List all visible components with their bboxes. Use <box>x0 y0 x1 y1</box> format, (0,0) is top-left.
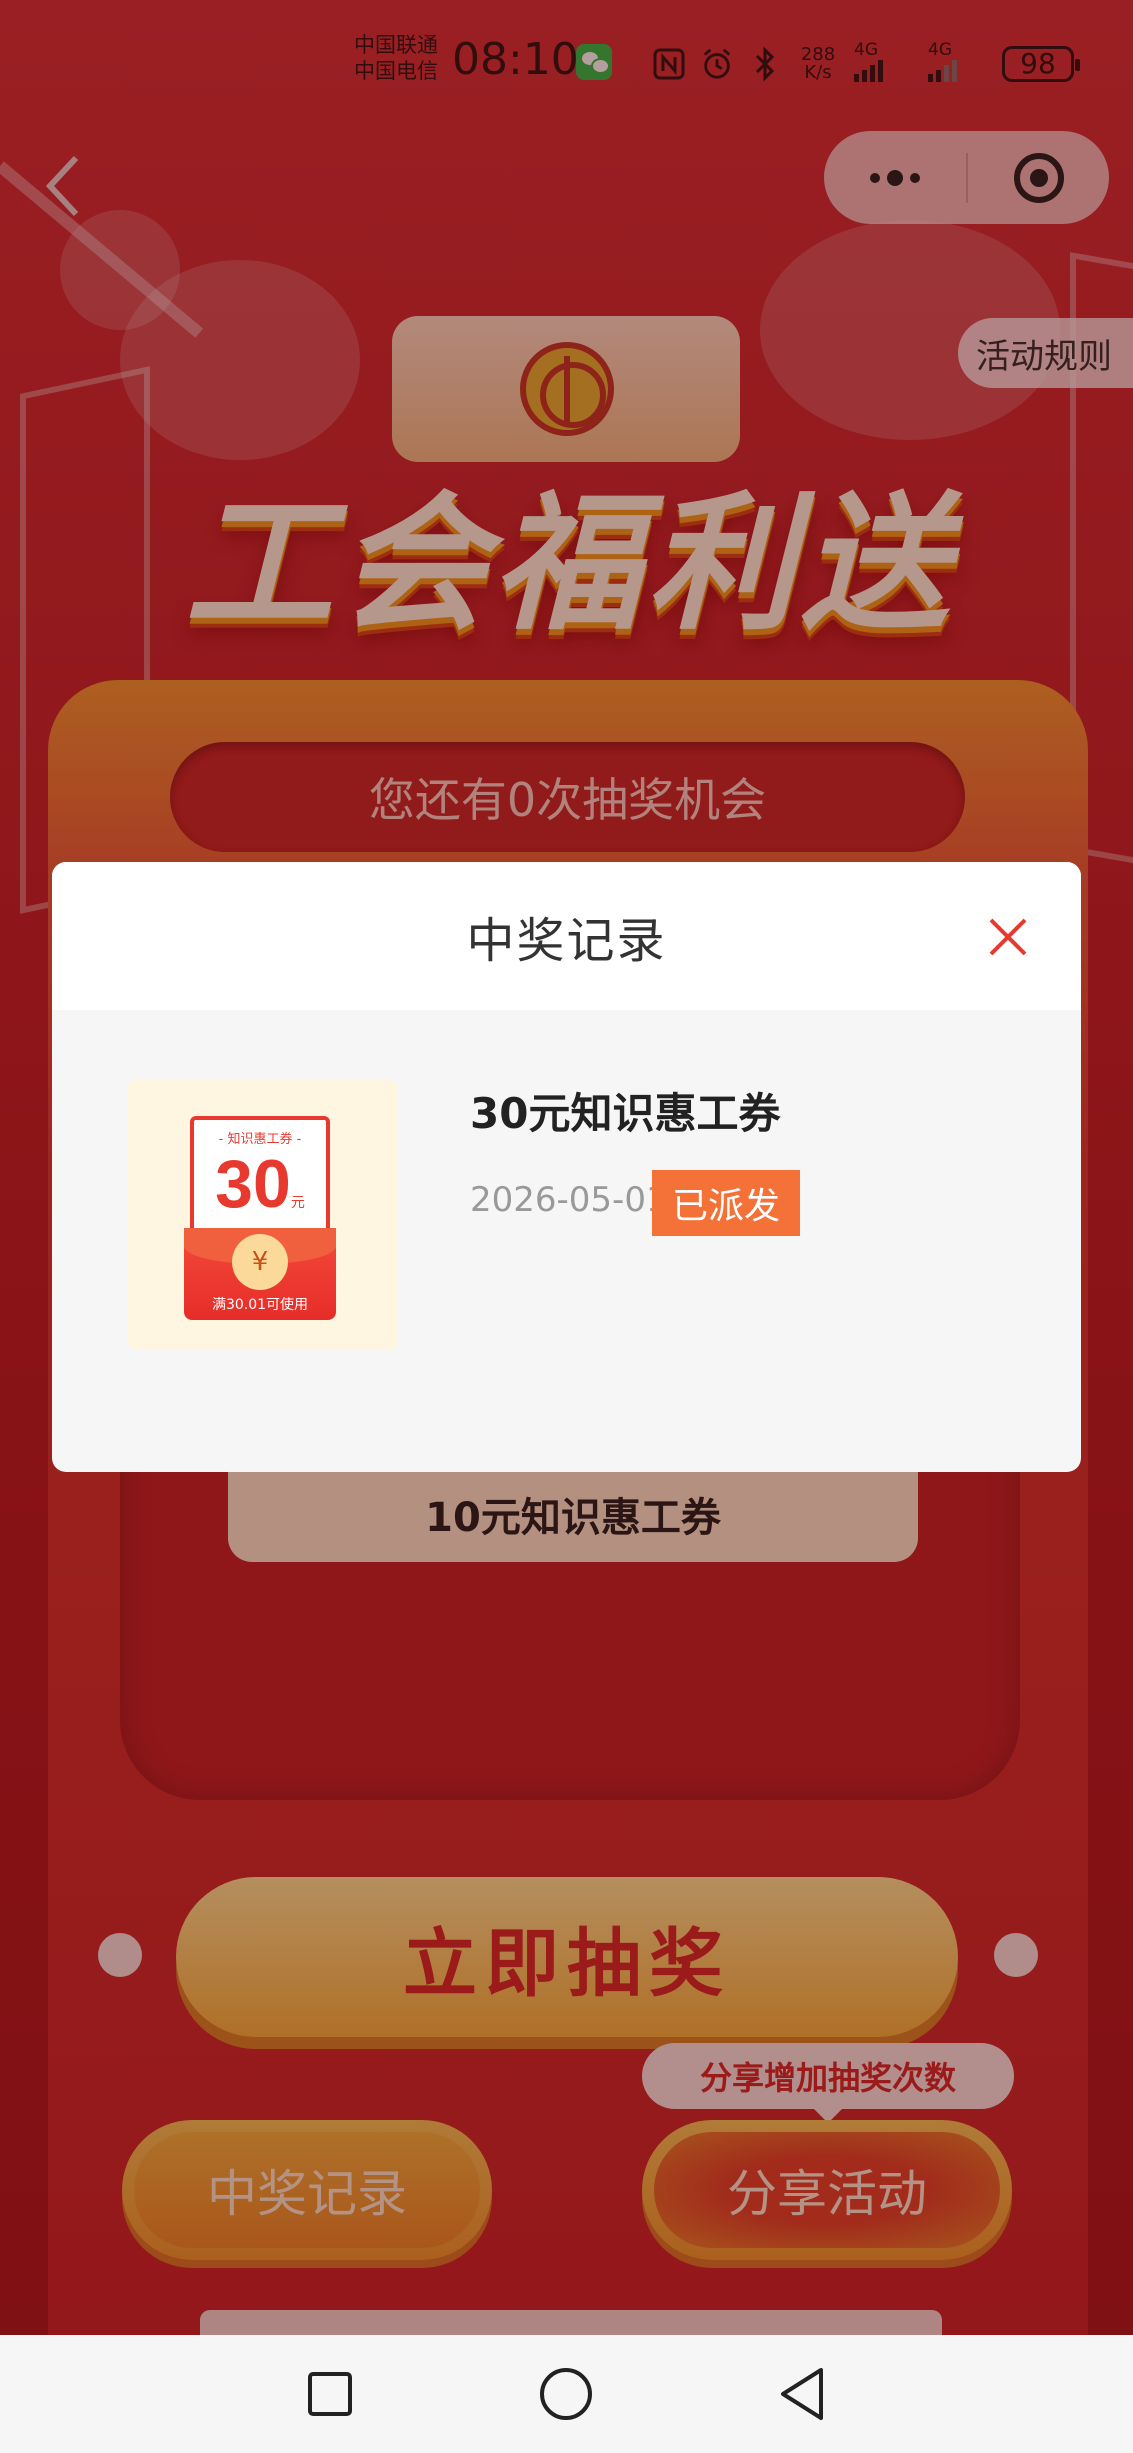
coupon-amount: 30 <box>215 1146 291 1222</box>
modal-title: 中奖记录 <box>466 913 667 969</box>
back-nav-icon <box>781 2368 823 2420</box>
status-badge: 已派发 <box>652 1170 800 1236</box>
navigation-bar <box>0 2335 1133 2453</box>
coupon-unit: 元 <box>290 1195 305 1211</box>
modal-close-button[interactable] <box>985 914 1031 960</box>
home-button[interactable] <box>531 2359 601 2429</box>
coupon-condition: 满30.01可使用 <box>211 1297 309 1313</box>
modal-header: 中奖记录 <box>52 862 1081 1010</box>
back-nav-button[interactable] <box>767 2359 837 2429</box>
recent-apps-icon <box>308 2372 352 2416</box>
record-date: 2026-05-01 <box>470 1180 668 1220</box>
home-icon <box>540 2368 592 2420</box>
coupon-coin: ¥ <box>232 1234 288 1290</box>
coupon-image: - 知识惠工券 - 30元 ¥ 满30.01可使用 <box>128 1080 398 1350</box>
coupon-card: - 知识惠工券 - 30元 <box>190 1116 330 1246</box>
records-modal: 中奖记录 - 知识惠工券 - 30元 ¥ 满30.01可使用 30元知识惠工券 … <box>52 862 1081 1472</box>
record-item: - 知识惠工券 - 30元 ¥ 满30.01可使用 30元知识惠工券 2026-… <box>128 1080 1028 1360</box>
coupon-amount-row: 30元 <box>194 1147 326 1221</box>
close-icon <box>989 918 1027 956</box>
coupon-header: - 知识惠工券 - <box>218 1132 302 1147</box>
recent-apps-button[interactable] <box>295 2359 365 2429</box>
record-name: 30元知识惠工券 <box>470 1089 781 1138</box>
